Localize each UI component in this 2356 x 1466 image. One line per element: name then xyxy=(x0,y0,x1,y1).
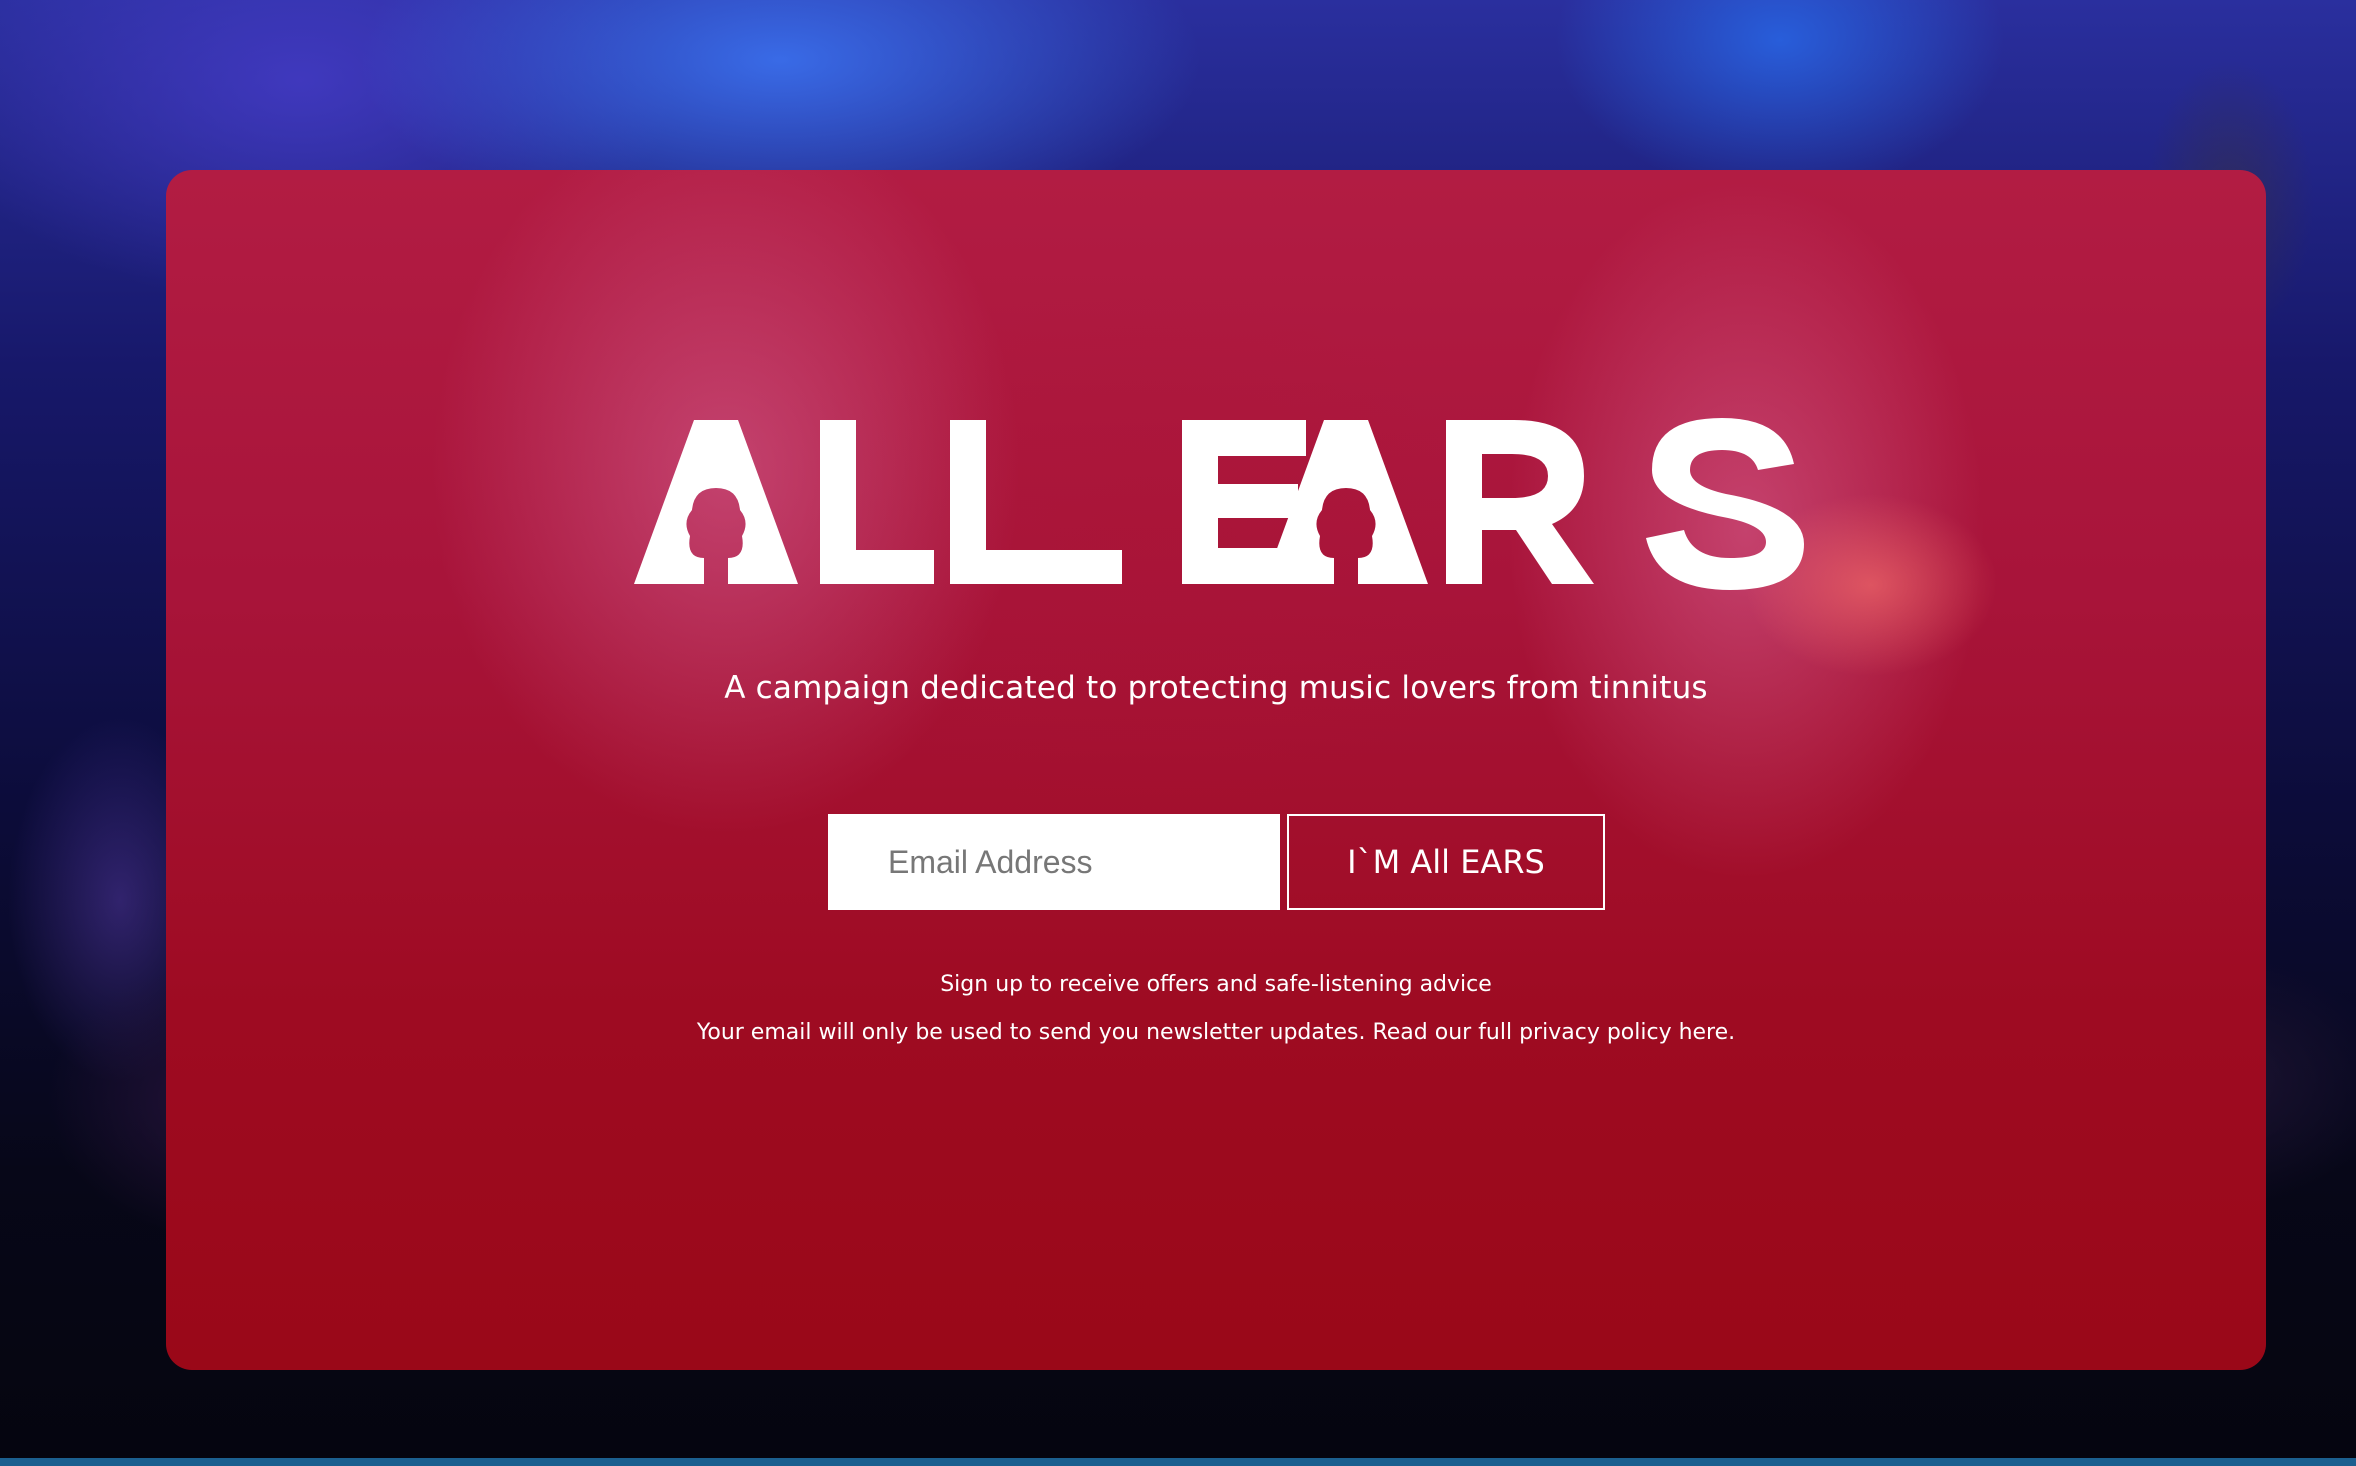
email-field[interactable] xyxy=(828,814,1280,910)
tagline: A campaign dedicated to protecting music… xyxy=(724,670,1708,706)
bottom-bar xyxy=(0,1458,2356,1466)
all-ears-logo-graphic xyxy=(634,418,1804,590)
signup-form: I`M All EARS xyxy=(828,814,1608,912)
subscribe-button[interactable]: I`M All EARS xyxy=(1287,814,1605,910)
privacy-policy-link[interactable]: Your email will only be used to send you… xyxy=(166,1020,2266,1045)
signup-note: Sign up to receive offers and safe-liste… xyxy=(940,972,1492,997)
hero-panel: ALL EARS xyxy=(166,170,2266,1370)
all-ears-logo: ALL EARS xyxy=(634,418,1804,596)
